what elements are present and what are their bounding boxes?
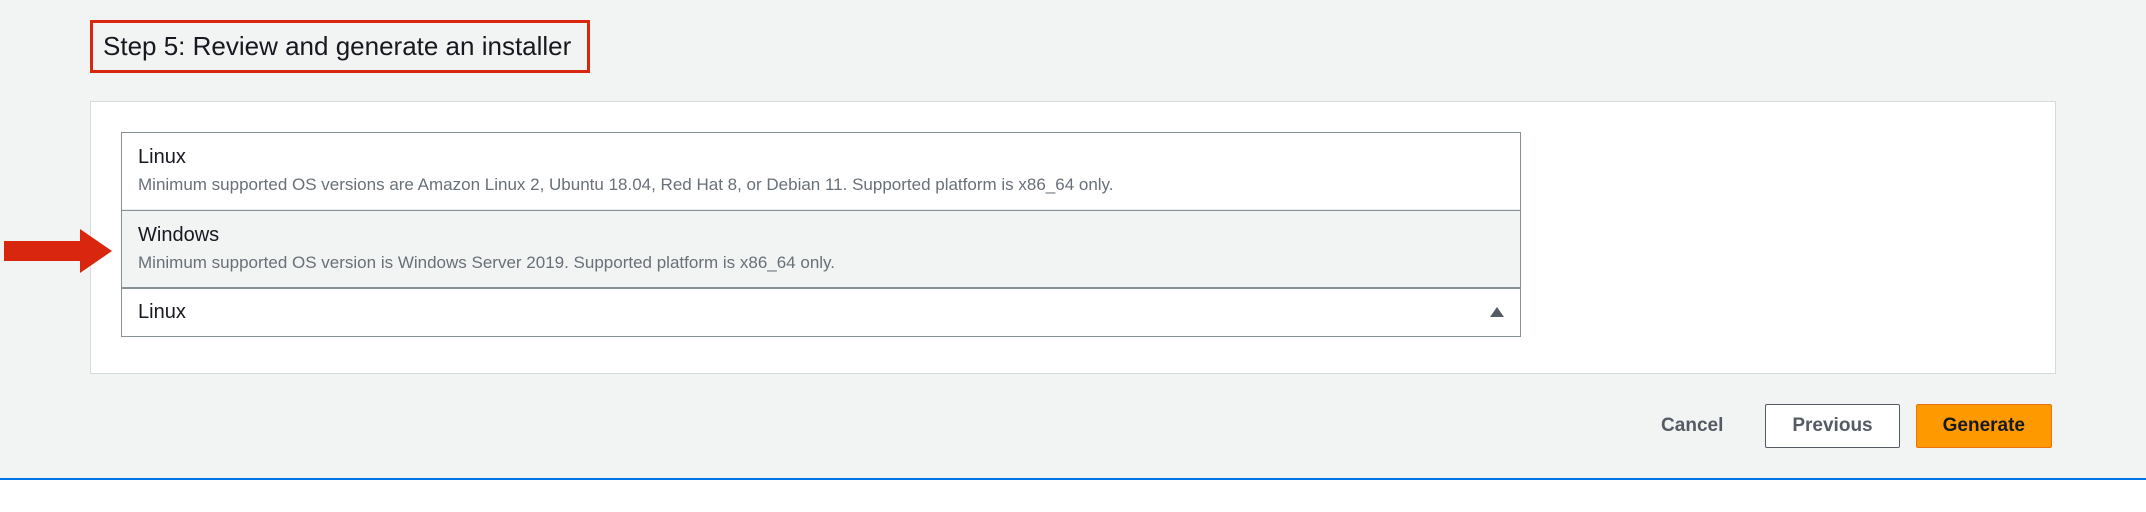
dropdown-selected-value: Linux bbox=[138, 301, 186, 324]
generate-button[interactable]: Generate bbox=[1916, 404, 2052, 448]
dropdown-listbox: Linux Minimum supported OS versions are … bbox=[121, 132, 1521, 289]
option-description: Minimum supported OS version is Windows … bbox=[138, 251, 1504, 275]
previous-button[interactable]: Previous bbox=[1765, 404, 1899, 448]
cancel-button[interactable]: Cancel bbox=[1635, 404, 1749, 448]
dropdown-option-windows[interactable]: Windows Minimum supported OS version is … bbox=[122, 210, 1520, 288]
option-description: Minimum supported OS versions are Amazon… bbox=[138, 173, 1504, 197]
wizard-page: Step 5: Review and generate an installer… bbox=[0, 0, 2146, 480]
content-panel: Linux Minimum supported OS versions are … bbox=[90, 101, 2056, 374]
step-title: Step 5: Review and generate an installer bbox=[90, 20, 590, 73]
dropdown-trigger[interactable]: Linux bbox=[121, 289, 1521, 337]
option-title: Windows bbox=[138, 221, 1504, 249]
footer-actions: Cancel Previous Generate bbox=[90, 374, 2056, 478]
dropdown-option-linux[interactable]: Linux Minimum supported OS versions are … bbox=[122, 133, 1520, 210]
caret-up-icon bbox=[1490, 307, 1504, 317]
option-title: Linux bbox=[138, 143, 1504, 171]
os-dropdown[interactable]: Linux Minimum supported OS versions are … bbox=[121, 132, 1521, 337]
